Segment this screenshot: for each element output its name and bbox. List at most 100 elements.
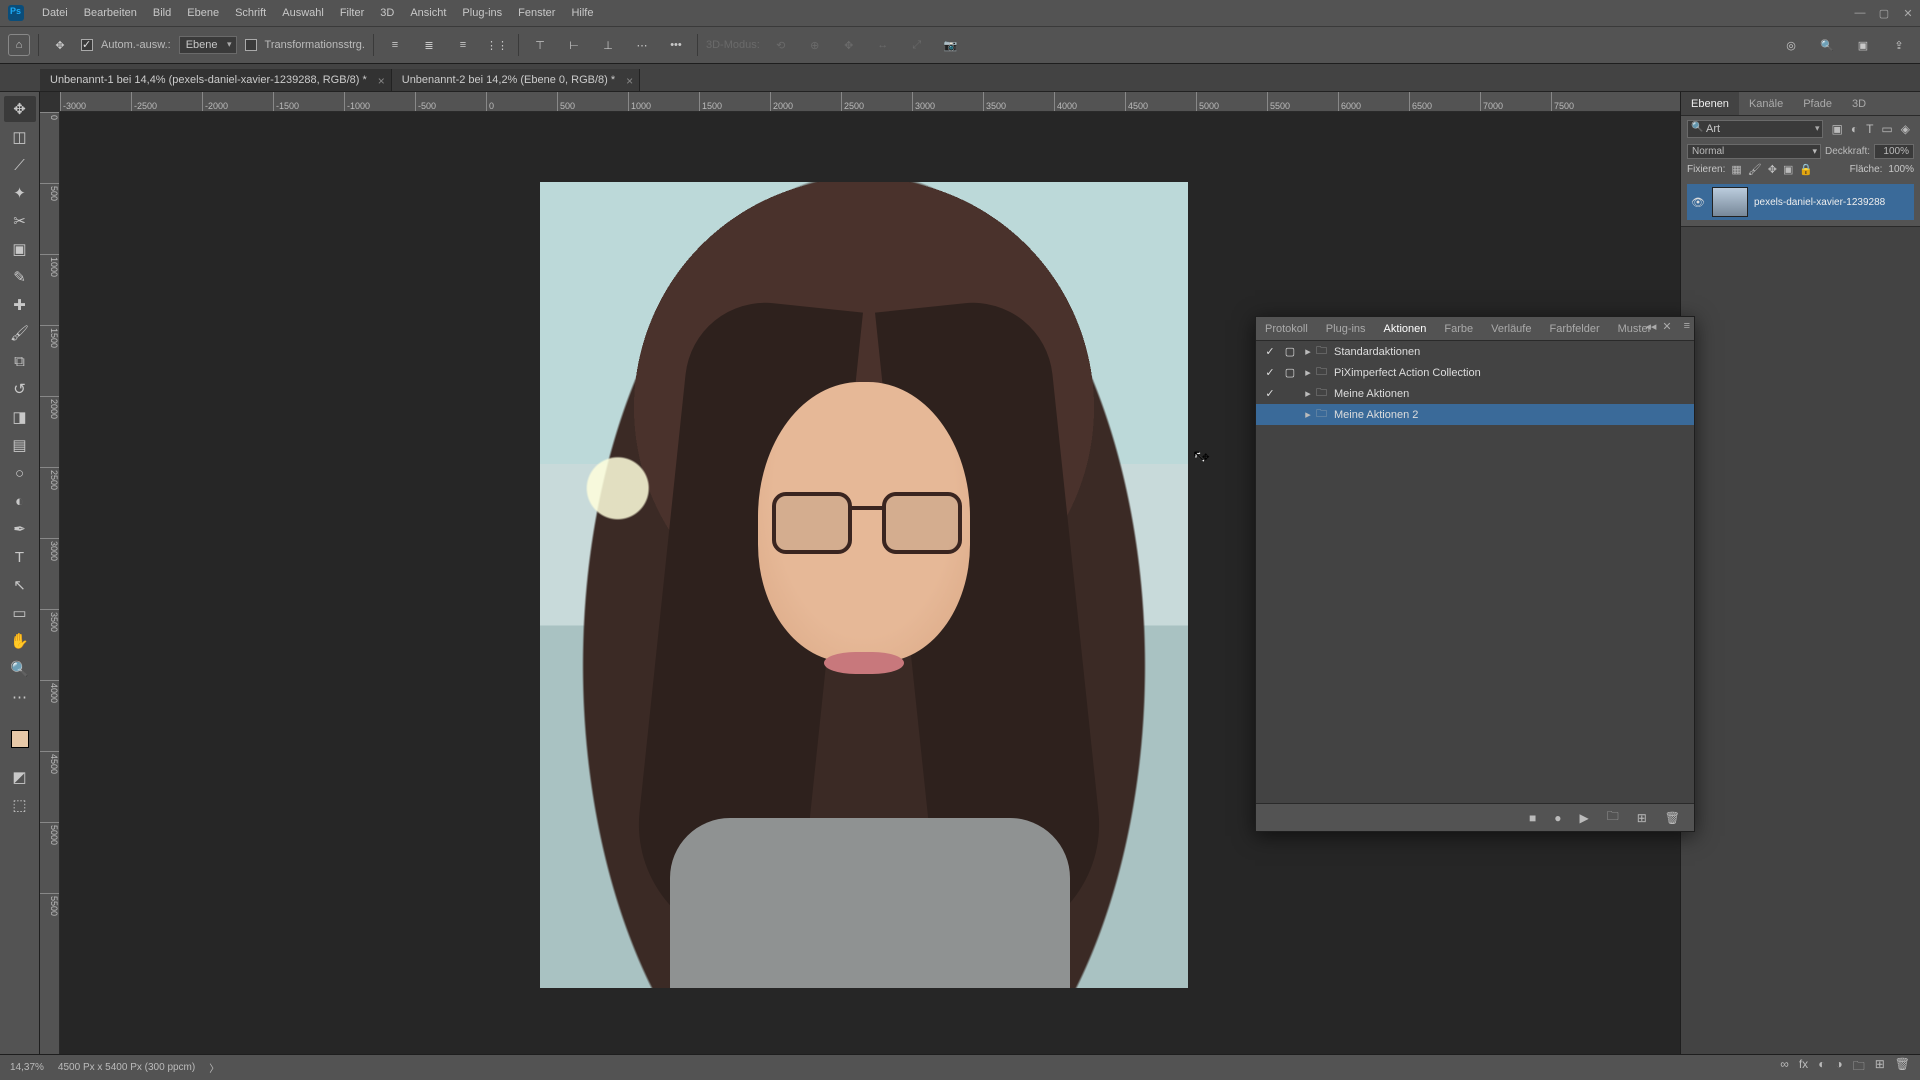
toggle-check-icon[interactable]: ✓ [1260, 366, 1280, 379]
panel-tab-protokoll[interactable]: Protokoll [1256, 317, 1317, 340]
tab-close-icon[interactable]: × [626, 74, 633, 88]
layer-filter-dropdown[interactable]: Art [1687, 120, 1823, 138]
move-tool[interactable]: ✥ [4, 96, 36, 122]
filter-smart-icon[interactable]: ◈ [1901, 122, 1910, 136]
search-icon[interactable]: 🔍 [1814, 32, 1840, 58]
document-image[interactable] [540, 182, 1188, 988]
new-group-icon[interactable]: 🗀 [1853, 1057, 1865, 1078]
tab-close-icon[interactable]: × [378, 74, 385, 88]
layer-row[interactable]: 👁 pexels-daniel-xavier-1239288 [1687, 184, 1914, 220]
panel-collapse-icon[interactable]: ◂◂ [1645, 320, 1656, 333]
panel-tab-farbfelder[interactable]: Farbfelder [1540, 317, 1608, 340]
expand-icon[interactable]: ▸ [1300, 408, 1316, 421]
lasso-tool[interactable]: ⟋ [4, 152, 36, 178]
menu-plug-ins[interactable]: Plug-ins [454, 0, 510, 26]
gradient-tool[interactable]: ▤ [4, 432, 36, 458]
toggle-check-icon[interactable]: ✓ [1260, 345, 1280, 358]
healing-brush-tool[interactable]: ✚ [4, 292, 36, 318]
auto-select-checkbox[interactable] [81, 39, 93, 51]
vdistribute-icon[interactable]: ⋯ [629, 32, 655, 58]
document-tab[interactable]: Unbenannt-2 bei 14,2% (Ebene 0, RGB/8) *… [392, 69, 640, 91]
panel-tab-kanäle[interactable]: Kanäle [1739, 92, 1793, 115]
opacity-input[interactable]: 100% [1874, 144, 1914, 159]
menu-fenster[interactable]: Fenster [510, 0, 563, 26]
valign-bottom-icon[interactable]: ⊥ [595, 32, 621, 58]
panel-menu-icon[interactable]: ≡ [1684, 320, 1690, 333]
layer-name-label[interactable]: pexels-daniel-xavier-1239288 [1754, 197, 1885, 208]
dodge-tool[interactable]: ◐ [4, 488, 36, 514]
panel-tab-aktionen[interactable]: Aktionen [1375, 317, 1436, 340]
quick-mask-icon[interactable]: ◩ [4, 764, 36, 790]
lock-all-icon[interactable]: 🔒 [1799, 163, 1813, 176]
lock-transparency-icon[interactable]: ▦ [1731, 163, 1741, 176]
panel-tab-farbe[interactable]: Farbe [1435, 317, 1482, 340]
frame-tool[interactable]: ▣ [4, 236, 36, 262]
workspace-icon[interactable]: ▣ [1850, 32, 1876, 58]
panel-tab-pfade[interactable]: Pfade [1793, 92, 1842, 115]
layer-thumbnail[interactable] [1712, 187, 1748, 217]
delete-layer-icon[interactable]: 🗑 [1895, 1057, 1910, 1078]
cloud-docs-icon[interactable]: ◎ [1778, 32, 1804, 58]
toggle-dialog-icon[interactable]: ▢ [1280, 366, 1300, 379]
fill-input[interactable]: 100% [1888, 164, 1914, 175]
pen-tool[interactable]: ✒ [4, 516, 36, 542]
actions-panel[interactable]: ProtokollPlug-insAktionenFarbeVerläufeFa… [1255, 316, 1695, 832]
screen-mode-icon[interactable]: ⬚ [4, 792, 36, 818]
action-set-row[interactable]: ✓▸🗀Meine Aktionen [1256, 383, 1694, 404]
zoom-level[interactable]: 14,37% [10, 1062, 44, 1073]
eyedropper-tool[interactable]: ✎ [4, 264, 36, 290]
panel-tab-plug-ins[interactable]: Plug-ins [1317, 317, 1375, 340]
align-right-icon[interactable]: ≡ [450, 32, 476, 58]
distribute-icon[interactable]: ⋮⋮ [484, 32, 510, 58]
expand-icon[interactable]: ▸ [1300, 345, 1316, 358]
menu-3d[interactable]: 3D [372, 0, 402, 26]
expand-icon[interactable]: ▸ [1300, 387, 1316, 400]
new-set-button[interactable]: 🗀 [1607, 807, 1619, 828]
record-button[interactable]: ● [1554, 811, 1561, 825]
menu-datei[interactable]: Datei [34, 0, 76, 26]
auto-select-dropdown[interactable]: Ebene [179, 36, 237, 54]
menu-hilfe[interactable]: Hilfe [563, 0, 601, 26]
panel-tab-3d[interactable]: 3D [1842, 92, 1876, 115]
menu-ebene[interactable]: Ebene [179, 0, 227, 26]
new-action-button[interactable]: ⊞ [1637, 811, 1647, 825]
lock-pixels-icon[interactable]: 🖌 [1748, 163, 1762, 176]
link-layers-icon[interactable]: ∞ [1780, 1057, 1789, 1078]
share-icon[interactable]: ⇪ [1886, 32, 1912, 58]
hand-tool[interactable]: ✋ [4, 628, 36, 654]
visibility-toggle-icon[interactable]: 👁 [1690, 196, 1706, 209]
menu-filter[interactable]: Filter [332, 0, 372, 26]
shape-tool[interactable]: ▭ [4, 600, 36, 626]
blur-tool[interactable]: ○ [4, 460, 36, 486]
path-select-tool[interactable]: ↖ [4, 572, 36, 598]
action-set-row[interactable]: ✓▢▸🗀PiXimperfect Action Collection [1256, 362, 1694, 383]
toggle-dialog-icon[interactable]: ▢ [1280, 345, 1300, 358]
maximize-icon[interactable]: ▢ [1872, 0, 1896, 26]
valign-top-icon[interactable]: ⊤ [527, 32, 553, 58]
blend-mode-dropdown[interactable]: Normal [1687, 144, 1821, 159]
panel-tab-verläufe[interactable]: Verläufe [1482, 317, 1540, 340]
filter-shape-icon[interactable]: ▭ [1881, 122, 1892, 136]
menu-ansicht[interactable]: Ansicht [402, 0, 454, 26]
menu-auswahl[interactable]: Auswahl [274, 0, 332, 26]
history-brush-tool[interactable]: ↺ [4, 376, 36, 402]
brush-tool[interactable]: 🖌 [4, 320, 36, 346]
align-left-icon[interactable]: ≡ [382, 32, 408, 58]
filter-type-icon[interactable]: T [1866, 122, 1873, 136]
new-layer-icon[interactable]: ⊞ [1875, 1057, 1885, 1078]
home-button[interactable]: ⌂ [8, 34, 30, 56]
marquee-tool[interactable]: ◫ [4, 124, 36, 150]
align-center-icon[interactable]: ≣ [416, 32, 442, 58]
panel-close-icon[interactable]: ✕ [1662, 320, 1671, 333]
layer-fx-icon[interactable]: fx [1799, 1057, 1808, 1078]
type-tool[interactable]: T [4, 544, 36, 570]
magic-wand-tool[interactable]: ✦ [4, 180, 36, 206]
foreground-color-swatch[interactable] [11, 730, 29, 748]
action-set-row[interactable]: ▸🗀Meine Aktionen 2 [1256, 404, 1694, 425]
stop-button[interactable]: ■ [1529, 811, 1536, 825]
crop-tool[interactable]: ✂ [4, 208, 36, 234]
minimize-icon[interactable]: ― [1848, 0, 1872, 26]
panel-tab-ebenen[interactable]: Ebenen [1681, 92, 1739, 115]
filter-pixel-icon[interactable]: ▣ [1831, 122, 1842, 136]
expand-icon[interactable]: ▸ [1300, 366, 1316, 379]
